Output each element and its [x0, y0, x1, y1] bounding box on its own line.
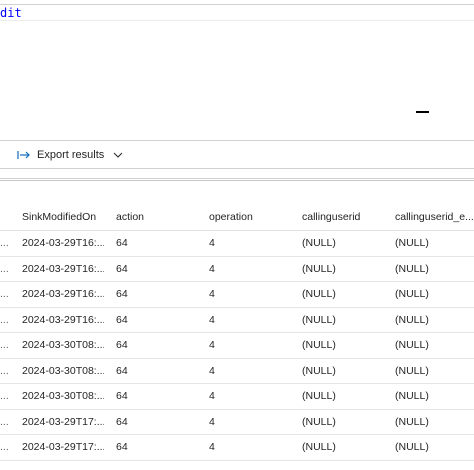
callinguserid-e-cell[interactable]: (NULL): [395, 435, 474, 460]
results-toolbar: Export results: [0, 141, 474, 168]
action-cell[interactable]: 64: [116, 333, 196, 358]
export-arrow-icon: [17, 149, 31, 161]
row-marker-cell[interactable]: ...: [0, 359, 14, 384]
sinkmodifiedon-cell[interactable]: 2024-03-29T16:...: [22, 257, 104, 282]
sinkmodifiedon-cell[interactable]: 2024-03-30T08:...: [22, 384, 104, 409]
query-results-pane: dit Export results SinkModifiedOn action…: [0, 0, 474, 470]
row-marker-cell[interactable]: ...: [0, 384, 14, 409]
grid-header-row: SinkModifiedOn action operation callingu…: [0, 204, 474, 231]
column-header-callinguserid-e[interactable]: callinguserid_e...: [395, 204, 474, 230]
operation-cell[interactable]: 4: [209, 231, 291, 256]
action-cell[interactable]: 64: [116, 410, 196, 435]
callinguserid-e-cell[interactable]: (NULL): [395, 308, 474, 333]
action-cell[interactable]: 64: [116, 359, 196, 384]
column-header-sinkmodifiedon[interactable]: SinkModifiedOn: [22, 204, 104, 230]
sinkmodifiedon-cell[interactable]: 2024-03-30T08:...: [22, 333, 104, 358]
sinkmodifiedon-cell[interactable]: 2024-03-29T17:...: [22, 410, 104, 435]
export-results-button[interactable]: Export results: [17, 146, 124, 164]
callinguserid-e-cell[interactable]: (NULL): [395, 384, 474, 409]
callinguserid-cell[interactable]: (NULL): [302, 308, 384, 333]
operation-cell[interactable]: 4: [209, 410, 291, 435]
table-row[interactable]: ... 2024-03-29T16:... 64 4 (NULL) (NULL): [0, 308, 474, 333]
sinkmodifiedon-cell[interactable]: 2024-03-29T16:...: [22, 282, 104, 307]
results-top-border: [0, 178, 474, 179]
column-header-operation[interactable]: operation: [209, 204, 291, 230]
column-header-row-marker[interactable]: [0, 204, 14, 230]
editor-query-text[interactable]: dit: [0, 6, 22, 20]
sinkmodifiedon-cell[interactable]: 2024-03-29T17:...: [22, 435, 104, 460]
results-splitter[interactable]: [0, 180, 474, 181]
callinguserid-e-cell[interactable]: (NULL): [395, 282, 474, 307]
editor-current-line[interactable]: [0, 5, 474, 21]
callinguserid-cell[interactable]: (NULL): [302, 359, 384, 384]
row-marker-cell[interactable]: ...: [0, 333, 14, 358]
action-cell[interactable]: 64: [116, 257, 196, 282]
callinguserid-e-cell[interactable]: (NULL): [395, 410, 474, 435]
callinguserid-e-cell[interactable]: (NULL): [395, 333, 474, 358]
row-marker-cell[interactable]: ...: [0, 257, 14, 282]
row-marker-cell[interactable]: ...: [0, 435, 14, 460]
callinguserid-cell[interactable]: (NULL): [302, 257, 384, 282]
callinguserid-e-cell[interactable]: (NULL): [395, 231, 474, 256]
editor-resize-handle[interactable]: [416, 111, 429, 113]
callinguserid-cell[interactable]: (NULL): [302, 435, 384, 460]
grid-body: ... 2024-03-29T16:... 64 4 (NULL) (NULL)... 20…: [0, 231, 474, 461]
operation-cell[interactable]: 4: [209, 384, 291, 409]
operation-cell[interactable]: 4: [209, 359, 291, 384]
row-marker-cell[interactable]: ...: [0, 282, 14, 307]
operation-cell[interactable]: 4: [209, 435, 291, 460]
action-cell[interactable]: 64: [116, 231, 196, 256]
table-row[interactable]: ... 2024-03-29T17:... 64 4 (NULL) (NULL): [0, 410, 474, 435]
callinguserid-cell[interactable]: (NULL): [302, 410, 384, 435]
callinguserid-e-cell[interactable]: (NULL): [395, 359, 474, 384]
column-header-action[interactable]: action: [116, 204, 196, 230]
callinguserid-cell[interactable]: (NULL): [302, 333, 384, 358]
toolbar-divider: [0, 168, 474, 169]
action-cell[interactable]: 64: [116, 435, 196, 460]
operation-cell[interactable]: 4: [209, 333, 291, 358]
query-editor[interactable]: dit: [0, 0, 474, 140]
action-cell[interactable]: 64: [116, 308, 196, 333]
sinkmodifiedon-cell[interactable]: 2024-03-29T16:...: [22, 308, 104, 333]
row-marker-cell[interactable]: ...: [0, 410, 14, 435]
column-header-callinguserid[interactable]: callinguserid: [302, 204, 384, 230]
operation-cell[interactable]: 4: [209, 282, 291, 307]
table-row[interactable]: ... 2024-03-30T08:... 64 4 (NULL) (NULL): [0, 359, 474, 384]
table-row[interactable]: ... 2024-03-30T08:... 64 4 (NULL) (NULL): [0, 333, 474, 359]
callinguserid-e-cell[interactable]: (NULL): [395, 257, 474, 282]
sinkmodifiedon-cell[interactable]: 2024-03-29T16:...: [22, 231, 104, 256]
callinguserid-cell[interactable]: (NULL): [302, 384, 384, 409]
action-cell[interactable]: 64: [116, 282, 196, 307]
table-row[interactable]: ... 2024-03-30T08:... 64 4 (NULL) (NULL): [0, 384, 474, 410]
callinguserid-cell[interactable]: (NULL): [302, 282, 384, 307]
table-row[interactable]: ... 2024-03-29T16:... 64 4 (NULL) (NULL): [0, 231, 474, 257]
operation-cell[interactable]: 4: [209, 308, 291, 333]
export-results-label: Export results: [37, 149, 105, 161]
chevron-down-icon: [112, 150, 124, 160]
row-marker-cell[interactable]: ...: [0, 231, 14, 256]
operation-cell[interactable]: 4: [209, 257, 291, 282]
table-row[interactable]: ... 2024-03-29T17:... 64 4 (NULL) (NULL): [0, 435, 474, 461]
table-row[interactable]: ... 2024-03-29T16:... 64 4 (NULL) (NULL): [0, 257, 474, 282]
action-cell[interactable]: 64: [116, 384, 196, 409]
sinkmodifiedon-cell[interactable]: 2024-03-30T08:...: [22, 359, 104, 384]
callinguserid-cell[interactable]: (NULL): [302, 231, 384, 256]
row-marker-cell[interactable]: ...: [0, 308, 14, 333]
table-row[interactable]: ... 2024-03-29T16:... 64 4 (NULL) (NULL): [0, 282, 474, 308]
results-grid: SinkModifiedOn action operation callingu…: [0, 204, 474, 461]
